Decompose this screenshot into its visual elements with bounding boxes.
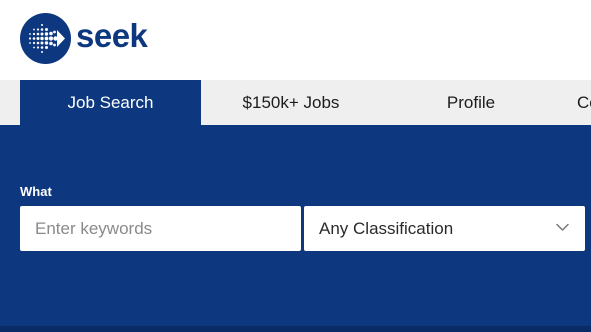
tab-150k-jobs[interactable]: $150k+ Jobs — [201, 80, 381, 125]
tab-label: Profile — [446, 92, 496, 112]
panel-bottom-divider — [0, 326, 591, 332]
tab-company-reviews[interactable]: Co — [561, 80, 591, 125]
logo-wordmark: seek — [76, 17, 148, 54]
tab-job-search[interactable]: Job Search — [20, 80, 201, 125]
main-nav-tabs: Job Search $150k+ Jobs Profile Co — [0, 80, 591, 125]
chevron-down-icon — [556, 223, 569, 231]
classification-select[interactable]: Any Classification — [304, 206, 585, 251]
seek-logo[interactable]: seek — [20, 13, 148, 64]
seek-logo-icon — [20, 13, 71, 64]
what-label: What — [20, 184, 52, 199]
site-header: seek — [0, 0, 591, 80]
keywords-input[interactable] — [20, 206, 301, 251]
page: seek Job Search $150k+ Jobs Profile Co W… — [0, 0, 591, 332]
tab-label: Job Search — [67, 92, 154, 112]
job-search-panel: What Any Classification — [0, 125, 591, 332]
classification-value: Any Classification — [319, 219, 454, 238]
tab-label: $150k+ Jobs — [242, 92, 340, 112]
tab-label: Co — [577, 92, 591, 112]
tab-profile[interactable]: Profile — [381, 80, 561, 125]
